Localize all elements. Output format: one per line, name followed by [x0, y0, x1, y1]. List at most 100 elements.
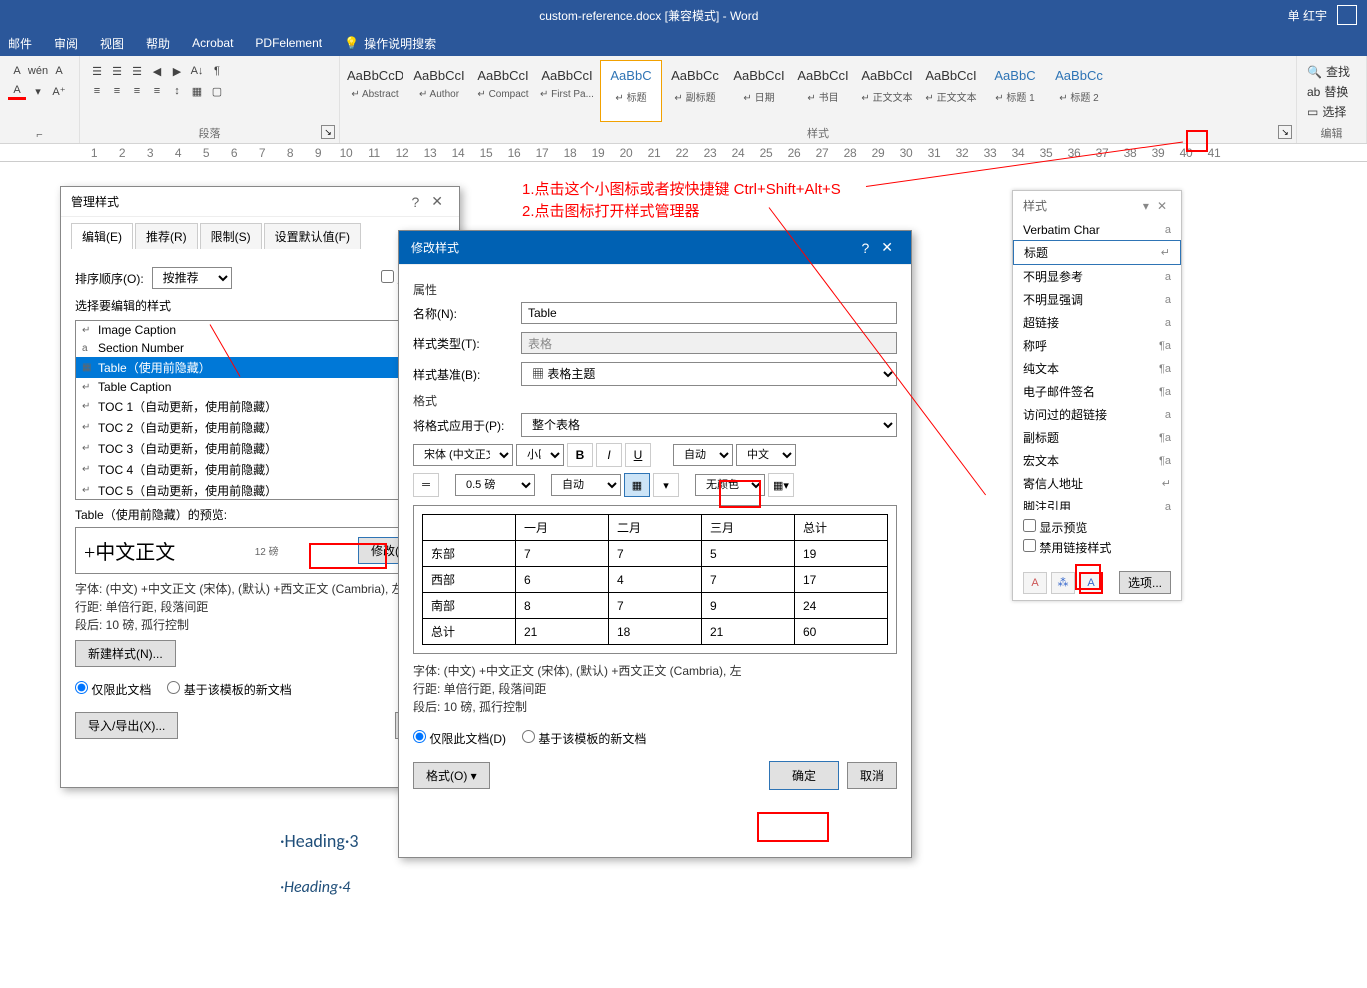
style-gallery-item[interactable]: AaBbCcDd↵ Abstract [344, 60, 406, 122]
only-recommended-checkbox[interactable] [381, 270, 394, 283]
close-icon[interactable]: ✕ [875, 239, 899, 256]
apply-select[interactable]: 整个表格 [521, 413, 897, 437]
style-gallery-item[interactable]: AaBbCcI↵ 日期 [728, 60, 790, 122]
style-gallery-item[interactable]: AaBbCcI↵ Author [408, 60, 470, 122]
style-gallery-item[interactable]: AaBbCcI↵ 正文文本 [856, 60, 918, 122]
list-item[interactable]: ↵Image Caption [76, 321, 444, 339]
radio-this-doc[interactable] [413, 730, 426, 743]
help-icon[interactable]: ? [405, 194, 425, 210]
list-item[interactable]: ↵TOC 5（自动更新，使用前隐藏） [76, 480, 444, 500]
import-export-button[interactable]: 导入/导出(X)... [75, 712, 178, 739]
menu-help[interactable]: 帮助 [146, 35, 170, 52]
shading-icon[interactable]: ▦ [188, 82, 206, 100]
style-gallery-item[interactable]: AaBbC↵ 标题 [600, 60, 662, 122]
style-gallery-item[interactable]: AaBbCc↵ 标题 2 [1048, 60, 1110, 122]
show-preview-checkbox[interactable] [1023, 519, 1036, 532]
multilevel-icon[interactable]: ☰ [128, 62, 146, 80]
name-input[interactable] [521, 302, 897, 324]
help-icon[interactable]: ? [855, 240, 875, 256]
disable-link-checkbox[interactable] [1023, 539, 1036, 552]
pane-style-item[interactable]: 副标题¶a [1013, 426, 1181, 449]
pane-style-item[interactable]: 电子邮件签名¶a [1013, 380, 1181, 403]
style-gallery-item[interactable]: AaBbCcI↵ 书目 [792, 60, 854, 122]
tab-default[interactable]: 设置默认值(F) [264, 223, 361, 249]
more-button[interactable]: ▦▾ [768, 473, 794, 497]
pane-style-list[interactable]: Verbatim Chara标题↵不明显参考a不明显强调a超链接a称呼¶a纯文本… [1013, 220, 1181, 510]
list-item[interactable]: ↵TOC 1（自动更新，使用前隐藏） [76, 396, 444, 417]
borders-grid-button[interactable]: ▦ [624, 473, 650, 497]
styles-launcher-icon[interactable]: ↘ [1278, 125, 1292, 139]
style-list[interactable]: ↵Image CaptionaSection Number▦Table（使用前隐… [75, 320, 445, 500]
sort-select[interactable]: 按推荐 [152, 267, 232, 289]
format-menu-button[interactable]: 格式(O) ▾ [413, 762, 490, 789]
style-gallery-item[interactable]: AaBbCc↵ 副标题 [664, 60, 726, 122]
base-select[interactable]: ▦ 表格主题 [521, 362, 897, 386]
replace-button[interactable]: ab替换 [1307, 83, 1356, 100]
menu-mail[interactable]: 邮件 [8, 35, 32, 52]
pane-style-item[interactable]: 不明显强调a [1013, 288, 1181, 311]
border-style-button[interactable]: ═ [413, 473, 439, 497]
tab-edit[interactable]: 编辑(E) [71, 223, 133, 249]
new-style-button[interactable]: 新建样式(N)... [75, 640, 176, 667]
justify-icon[interactable]: ≡ [148, 82, 166, 100]
cancel-button[interactable]: 取消 [847, 762, 897, 789]
pane-style-item[interactable]: 纯文本¶a [1013, 357, 1181, 380]
borders-icon[interactable]: ▢ [208, 82, 226, 100]
font-select[interactable]: 宋体 (中文正文 [413, 444, 513, 466]
show-marks-icon[interactable]: ¶ [208, 62, 226, 80]
decrease-indent-icon[interactable]: ◀ [148, 62, 166, 80]
char-border-icon[interactable]: A [50, 62, 68, 80]
underline-button[interactable]: U [625, 443, 651, 467]
pane-style-item[interactable]: 不明显参考a [1013, 265, 1181, 288]
pane-style-item[interactable]: 标题↵ [1013, 240, 1181, 265]
border-weight-select[interactable]: 0.5 磅 [455, 474, 535, 496]
list-item[interactable]: aSection Number [76, 339, 444, 357]
border-color-select[interactable]: 自动 [551, 474, 621, 496]
pane-style-item[interactable]: 寄信人地址↵ [1013, 472, 1181, 495]
pane-close-icon[interactable]: ✕ [1153, 199, 1171, 213]
radio-template[interactable] [522, 730, 535, 743]
char-shading-icon[interactable]: A⁺ [50, 82, 68, 100]
style-gallery-item[interactable]: AaBbCcI↵ 正文文本 [920, 60, 982, 122]
pane-style-item[interactable]: 访问过的超链接a [1013, 403, 1181, 426]
manage-styles-icon[interactable]: A [1079, 572, 1103, 594]
bold-button[interactable]: B [567, 443, 593, 467]
style-gallery-item[interactable]: AaBbCcI↵ First Pa... [536, 60, 598, 122]
numbering-icon[interactable]: ☰ [108, 62, 126, 80]
color-select[interactable]: 自动 [673, 444, 733, 466]
paragraph-launcher-icon[interactable]: ↘ [321, 125, 335, 139]
tab-recommend[interactable]: 推荐(R) [135, 223, 198, 249]
radio-template[interactable] [167, 681, 180, 694]
borders-dropdown-icon[interactable]: ▾ [653, 473, 679, 497]
menu-pdf[interactable]: PDFelement [255, 36, 322, 50]
bullets-icon[interactable]: ☰ [88, 62, 106, 80]
new-style-icon[interactable]: A [1023, 572, 1047, 594]
pane-style-item[interactable]: Verbatim Chara [1013, 220, 1181, 240]
line-spacing-icon[interactable]: ↕ [168, 82, 186, 100]
increase-indent-icon[interactable]: ▶ [168, 62, 186, 80]
options-button[interactable]: 选项... [1119, 571, 1171, 594]
phonetic-icon[interactable]: wén [29, 62, 47, 80]
menu-review[interactable]: 审阅 [54, 35, 78, 52]
ok-button[interactable]: 确定 [769, 761, 839, 790]
close-icon[interactable]: ✕ [425, 193, 449, 210]
pane-style-item[interactable]: 脚注引用a [1013, 495, 1181, 510]
menu-view[interactable]: 视图 [100, 35, 124, 52]
list-item[interactable]: ↵TOC 4（自动更新，使用前隐藏） [76, 459, 444, 480]
align-left-icon[interactable]: ≡ [88, 82, 106, 100]
style-gallery-item[interactable]: AaBbCcI↵ Compact [472, 60, 534, 122]
fill-select[interactable]: 无颜色 [695, 474, 765, 496]
sort-icon[interactable]: A↓ [188, 62, 206, 80]
list-item[interactable]: ▦Table（使用前隐藏） [76, 357, 444, 378]
menu-acrobat[interactable]: Acrobat [192, 36, 233, 50]
italic-button[interactable]: I [596, 443, 622, 467]
tab-restrict[interactable]: 限制(S) [200, 223, 262, 249]
pane-style-item[interactable]: 超链接a [1013, 311, 1181, 334]
list-item[interactable]: ↵Table Caption [76, 378, 444, 396]
radio-this-doc[interactable] [75, 681, 88, 694]
pane-dropdown-icon[interactable]: ▾ [1139, 199, 1153, 213]
pane-style-item[interactable]: 宏文本¶a [1013, 449, 1181, 472]
pane-style-item[interactable]: 称呼¶a [1013, 334, 1181, 357]
font-a-icon[interactable]: A [8, 62, 26, 80]
list-item[interactable]: ↵TOC 3（自动更新，使用前隐藏） [76, 438, 444, 459]
